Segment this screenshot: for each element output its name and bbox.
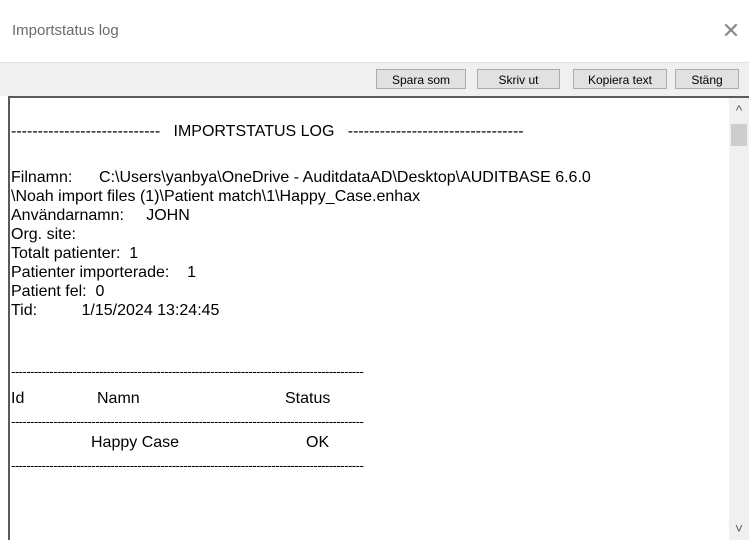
title-bar: Importstatus log ✕ bbox=[0, 0, 749, 62]
log-totalt-patienter: Totalt patienter: 1 bbox=[11, 245, 139, 262]
scroll-up-icon[interactable]: ^ bbox=[729, 98, 749, 122]
toolbar: Spara som Skriv ut Kopiera text Stäng bbox=[0, 62, 749, 93]
row-namn: Happy Case bbox=[91, 434, 180, 451]
divider: ----------------------------------------… bbox=[11, 458, 364, 473]
copy-text-button[interactable]: Kopiera text bbox=[573, 69, 667, 89]
scroll-down-icon[interactable]: ˅ bbox=[729, 516, 749, 540]
vertical-scrollbar[interactable]: ^ ˅ bbox=[729, 98, 749, 540]
print-button[interactable]: Skriv ut bbox=[477, 69, 560, 89]
log-anvandarnamn: Användarnamn: JOHN bbox=[11, 207, 190, 224]
log-tid: Tid: 1/15/2024 13:24:45 bbox=[11, 302, 220, 319]
column-namn: Namn bbox=[97, 390, 140, 407]
log-patient-fel: Patient fel: 0 bbox=[11, 283, 105, 300]
column-id: Id bbox=[11, 390, 25, 407]
column-status: Status bbox=[285, 390, 331, 407]
scroll-thumb[interactable] bbox=[731, 124, 747, 146]
divider: ----------------------------------------… bbox=[11, 364, 364, 379]
log-org-site: Org. site: bbox=[11, 226, 76, 243]
log-filnamn-line1: Filnamn: C:\Users\yanbya\OneDrive - Audi… bbox=[11, 169, 591, 186]
close-icon[interactable]: ✕ bbox=[716, 16, 746, 46]
log-content: ---------------------------- IMPORTSTATU… bbox=[11, 98, 727, 478]
row-status: OK bbox=[306, 434, 330, 451]
close-button[interactable]: Stäng bbox=[675, 69, 739, 89]
save-as-button[interactable]: Spara som bbox=[376, 69, 466, 89]
log-filnamn-line2: \Noah import files (1)\Patient match\1\H… bbox=[11, 188, 421, 205]
divider: ----------------------------------------… bbox=[11, 414, 364, 429]
log-header: ---------------------------- IMPORTSTATU… bbox=[11, 123, 524, 140]
log-patienter-importerade: Patienter importerade: 1 bbox=[11, 264, 196, 281]
window-title: Importstatus log bbox=[12, 22, 119, 39]
